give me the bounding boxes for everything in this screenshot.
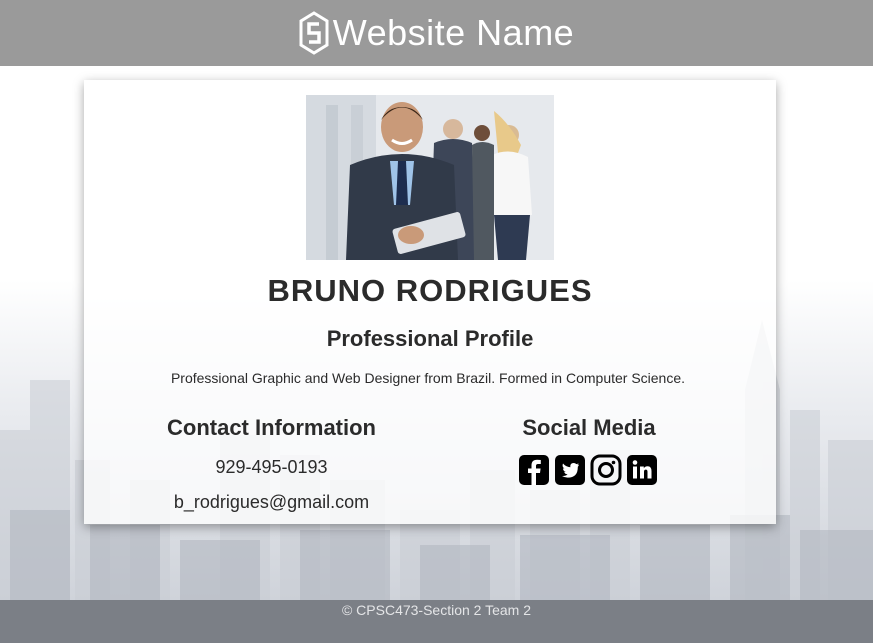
site-footer: © CPSC473-Section 2 Team 2 [0,600,873,643]
contact-email[interactable]: b_rodrigues@gmail.com [124,492,419,513]
twitter-icon[interactable] [554,454,586,486]
site-header: Website Name [0,0,873,66]
footer-copyright: © CPSC473-Section 2 Team 2 [341,602,532,618]
contact-heading: Contact Information [167,415,376,440]
profile-card: BRUNO RODRIGUES Professional Profile Pro… [84,80,776,524]
profile-subtitle: Professional Profile [326,326,534,351]
facebook-icon[interactable] [518,454,550,486]
hexagon-s-logo-icon [299,11,329,55]
profile-bio: Professional Graphic and Web Designer fr… [170,370,686,386]
profile-name: BRUNO RODRIGUES [267,273,593,308]
contact-phone[interactable]: 929-495-0193 [124,457,419,478]
profile-photo [306,95,554,260]
linkedin-icon[interactable] [626,454,658,486]
social-icons [518,454,658,486]
site-brand[interactable]: Website Name [299,11,574,55]
instagram-icon[interactable] [590,454,622,486]
social-heading: Social Media [522,415,656,440]
site-name: Website Name [332,12,575,53]
